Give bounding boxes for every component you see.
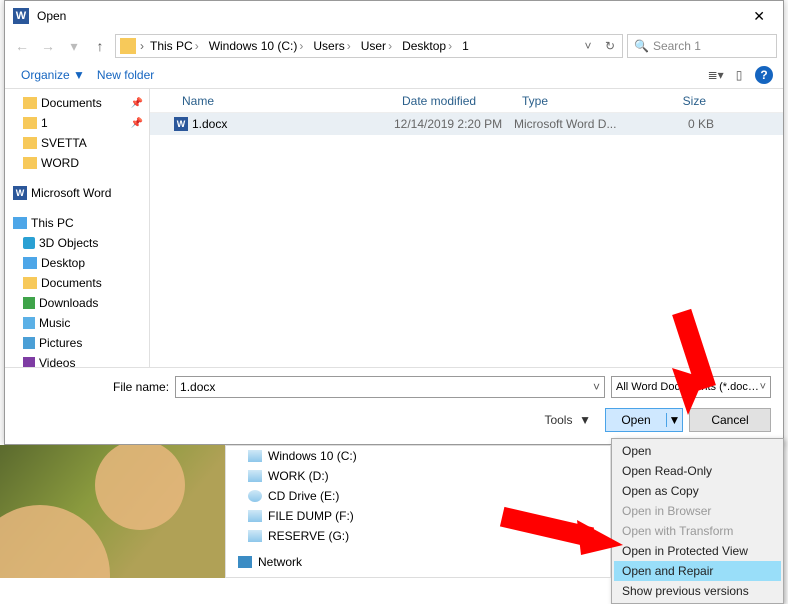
filetype-select[interactable]: All Word Documents (*.docx;*.d ˅ (611, 376, 771, 398)
chevron-down-icon[interactable]: ˅ (593, 380, 600, 394)
address-dropdown[interactable]: ˅ (578, 39, 598, 53)
word-file-icon: W (174, 117, 188, 131)
videos-icon (23, 357, 35, 367)
view-options: ≣▾ ▯ (706, 68, 749, 82)
breadcrumb-item[interactable]: Desktop› (398, 35, 456, 57)
search-input[interactable]: 🔍 Search 1 (627, 34, 777, 58)
command-bar: Organize ▼ New folder ≣▾ ▯ ? (5, 61, 783, 89)
tree-item[interactable]: Documents📌 (11, 93, 149, 113)
new-folder-button[interactable]: New folder (91, 68, 160, 82)
pc-icon (13, 217, 27, 229)
pin-icon: 📌 (131, 118, 147, 129)
network-icon (238, 556, 252, 568)
chevron-right-icon: › (195, 39, 199, 53)
list-header: Name Date modified Type Size (150, 89, 783, 113)
drive-icon (248, 530, 262, 542)
up-button[interactable]: ↑ (89, 35, 111, 57)
folder-icon (23, 137, 37, 149)
col-date[interactable]: Date modified (394, 94, 514, 108)
nav-tree: Documents📌 1📌 SVETTA WORD WMicrosoft Wor… (5, 89, 150, 367)
help-button[interactable]: ? (755, 66, 773, 84)
file-list: Name Date modified Type Size W1.docx 12/… (150, 89, 783, 367)
desktop-wallpaper (0, 445, 225, 578)
word-icon: W (13, 8, 29, 24)
chevron-right-icon: › (347, 39, 351, 53)
close-button[interactable]: ✕ (743, 4, 775, 29)
tree-item[interactable]: Videos (11, 353, 149, 367)
chevron-down-icon[interactable]: ˅ (760, 381, 766, 393)
breadcrumb-item[interactable]: User› (357, 35, 396, 57)
preview-pane-icon[interactable]: ▯ (729, 68, 749, 82)
tree-item[interactable]: Documents (11, 273, 149, 293)
tree-item[interactable]: WORD (11, 153, 149, 173)
drive-item[interactable]: Windows 10 (C:) (226, 446, 610, 466)
word-icon: W (13, 186, 27, 200)
search-placeholder: Search 1 (653, 39, 701, 53)
tree-item-word[interactable]: WMicrosoft Word (11, 183, 149, 203)
tree-item[interactable]: Desktop (11, 253, 149, 273)
breadcrumb-item[interactable]: This PC› (146, 35, 203, 57)
open-split-dropdown[interactable]: ▼ (666, 413, 682, 427)
background-area: Windows 10 (C:) WORK (D:) CD Drive (E:) … (0, 445, 788, 578)
forward-button[interactable]: → (37, 35, 59, 57)
refresh-button[interactable]: ↻ (600, 39, 620, 53)
search-icon: 🔍 (634, 39, 649, 53)
downloads-icon (23, 297, 35, 309)
tree-item[interactable]: Music (11, 313, 149, 333)
drive-item[interactable]: CD Drive (E:) (226, 486, 610, 506)
col-size[interactable]: Size (634, 94, 714, 108)
address-bar[interactable]: › This PC› Windows 10 (C:)› Users› User›… (115, 34, 623, 58)
tree-item[interactable]: 1📌 (11, 113, 149, 133)
breadcrumb-item[interactable]: 1 (458, 35, 473, 57)
folder-icon (23, 117, 37, 129)
tree-item[interactable]: Downloads (11, 293, 149, 313)
drive-item[interactable]: WORK (D:) (226, 466, 610, 486)
tree-item[interactable]: Pictures (11, 333, 149, 353)
folder-icon (120, 38, 136, 54)
dialog-footer: File name: 1.docx ˅ All Word Documents (… (5, 367, 783, 444)
col-name[interactable]: Name (174, 94, 394, 108)
view-details-icon[interactable]: ≣▾ (706, 68, 726, 82)
chevron-right-icon[interactable]: › (140, 39, 144, 53)
window-title: Open (37, 9, 743, 23)
cd-drive-icon (248, 490, 262, 502)
drive-icon (248, 470, 262, 482)
folder-icon (23, 277, 37, 289)
title-bar: W Open ✕ (5, 1, 783, 31)
background-explorer: Windows 10 (C:) WORK (D:) CD Drive (E:) … (225, 445, 611, 578)
open-dialog: W Open ✕ ← → ▾ ↑ › This PC› Windows 10 (… (4, 0, 784, 445)
chevron-right-icon: › (299, 39, 303, 53)
pin-icon: 📌 (131, 98, 147, 109)
col-type[interactable]: Type (514, 94, 634, 108)
tools-button[interactable]: Tools ▼ (544, 413, 591, 427)
open-button[interactable]: Open ▼ (605, 408, 683, 432)
drive-icon (248, 450, 262, 462)
drive-icon (248, 510, 262, 522)
cancel-button[interactable]: Cancel (689, 408, 771, 432)
folder-icon (23, 157, 37, 169)
breadcrumb-item[interactable]: Windows 10 (C:)› (205, 35, 308, 57)
chevron-right-icon: › (448, 39, 452, 53)
breadcrumb-item[interactable]: Users› (309, 35, 354, 57)
menu-item-show-previous-versions[interactable]: Show previous versions (614, 581, 781, 601)
folder-icon (23, 97, 37, 109)
drive-item[interactable]: RESERVE (G:) (226, 526, 610, 546)
back-button[interactable]: ← (11, 35, 33, 57)
network-item[interactable]: Network (226, 552, 610, 572)
music-icon (23, 317, 35, 329)
tree-item-pc[interactable]: This PC (11, 213, 149, 233)
folder-icon (23, 237, 35, 249)
tree-item[interactable]: SVETTA (11, 133, 149, 153)
drive-item[interactable]: FILE DUMP (F:) (226, 506, 610, 526)
recent-dropdown[interactable]: ▾ (63, 35, 85, 57)
desktop-icon (23, 257, 37, 269)
chevron-right-icon: › (388, 39, 392, 53)
filename-label: File name: (113, 380, 169, 394)
nav-row: ← → ▾ ↑ › This PC› Windows 10 (C:)› User… (5, 31, 783, 61)
pictures-icon (23, 337, 35, 349)
organize-button[interactable]: Organize ▼ (15, 68, 91, 82)
filename-input[interactable]: 1.docx ˅ (175, 376, 605, 398)
file-row[interactable]: W1.docx 12/14/2019 2:20 PM Microsoft Wor… (150, 113, 783, 135)
tree-item[interactable]: 3D Objects (11, 233, 149, 253)
